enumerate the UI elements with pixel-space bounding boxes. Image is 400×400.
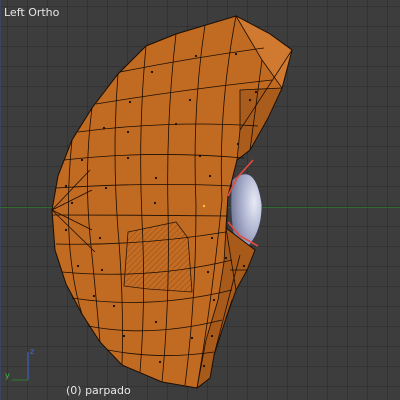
gizmo-y-label: y [5,371,10,380]
axis-gizmo: z y [5,347,34,381]
mesh-object[interactable] [0,0,400,400]
object-info-label: (0) parpado [66,384,131,397]
gizmo-z-label: z [30,347,34,356]
3d-viewport[interactable]: z y Left Ortho (0) parpado [0,0,400,400]
view-name-label: Left Ortho [4,6,60,19]
selected-face [123,221,193,293]
